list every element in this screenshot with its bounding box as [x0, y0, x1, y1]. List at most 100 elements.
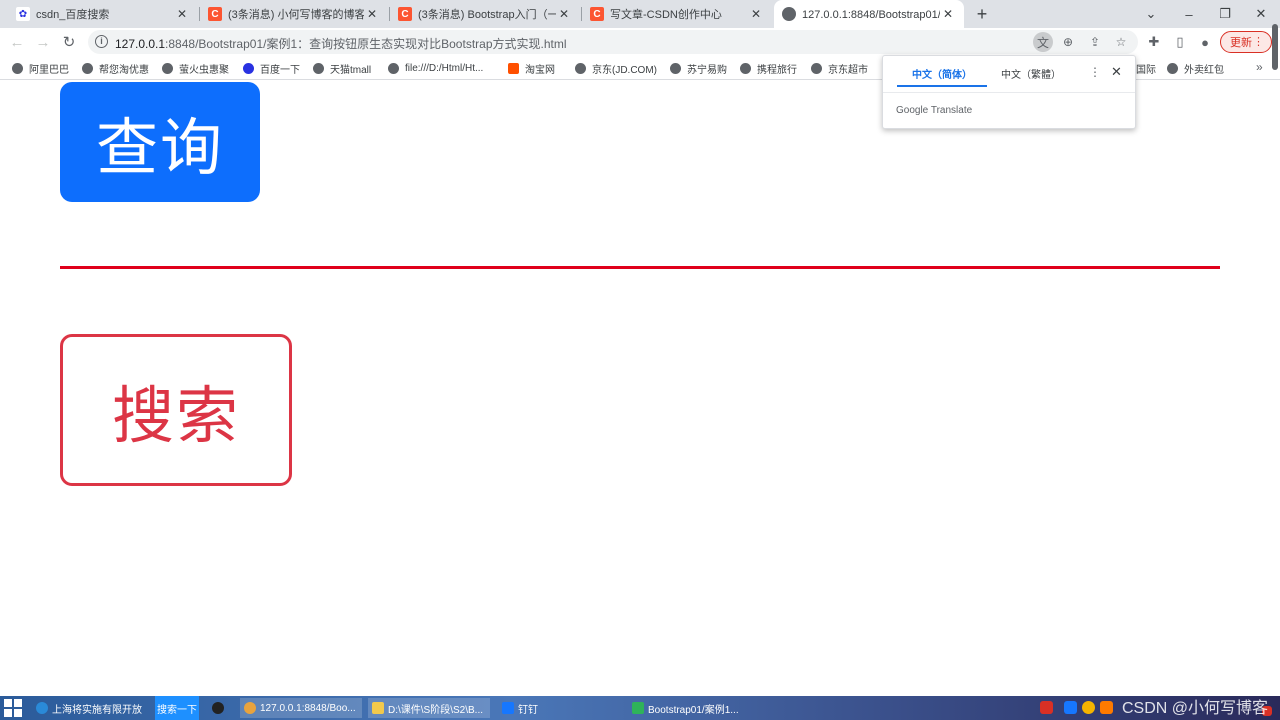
popup-divider: [883, 92, 1135, 93]
csdn-icon: C: [590, 7, 604, 21]
taskbar-media-item[interactable]: [208, 698, 232, 718]
bookmark-label: file:///D:/Html/Ht...: [405, 62, 484, 74]
taskbar-item-label: 钉钉: [518, 704, 538, 716]
minimize-window-button[interactable]: –: [1172, 0, 1206, 28]
reload-icon[interactable]: ↻: [59, 32, 79, 52]
divider-line: [60, 266, 1220, 269]
windows-start-icon[interactable]: [4, 699, 22, 717]
bookmark-item[interactable]: 国际: [1136, 60, 1156, 76]
new-tab-button[interactable]: +: [972, 4, 992, 24]
bookmark-star-icon[interactable]: ☆: [1111, 32, 1131, 52]
tab-search-chevron-icon[interactable]: ⌄: [1134, 0, 1168, 28]
csdn-icon: C: [208, 7, 222, 21]
bookmark-item[interactable]: 京东超市: [811, 60, 868, 76]
query-button[interactable]: 查询: [60, 82, 260, 202]
globe-icon: [313, 62, 324, 74]
bookmark-item[interactable]: file:///D:/Html/Ht...: [388, 60, 483, 76]
ie-icon: [36, 702, 48, 714]
tray-sogou-icon[interactable]: [1040, 701, 1053, 714]
browser-tab-active[interactable]: 127.0.0.1:8848/Bootstrap01/案 ✕: [774, 0, 964, 28]
bookmarks-overflow-chevron-icon[interactable]: »: [1256, 60, 1263, 74]
csdn-watermark: CSDN @小何写博客: [1122, 700, 1269, 717]
taskbar-dingtalk-item[interactable]: 钉钉: [498, 698, 542, 718]
update-button[interactable]: 更新 ⋮: [1220, 31, 1272, 53]
bookmark-label: 百度一下: [260, 64, 300, 76]
back-arrow-icon[interactable]: ←: [7, 32, 27, 52]
bookmark-label: 帮您淘优惠: [99, 64, 149, 76]
tray-app-icon[interactable]: [1100, 701, 1113, 714]
close-tab-icon[interactable]: ✕: [748, 7, 764, 21]
close-tab-icon[interactable]: ✕: [364, 7, 380, 21]
globe-icon: [82, 62, 93, 74]
bookmark-item[interactable]: 百度一下: [243, 60, 300, 76]
taskbar-item-label: 上海将实施有限开放: [52, 704, 142, 716]
browser-tab[interactable]: C 写文章-CSDN创作中心 ✕: [582, 0, 772, 28]
more-options-icon[interactable]: ⋮: [1089, 65, 1101, 79]
globe-icon: [162, 62, 173, 74]
bookmark-label: 阿里巴巴: [29, 64, 69, 76]
translate-icon[interactable]: 文: [1033, 32, 1053, 52]
close-icon[interactable]: ✕: [1111, 64, 1122, 80]
taskbar-hbuilder-item[interactable]: Bootstrap01/案例1...: [628, 698, 743, 718]
address-bar[interactable]: i 127.0.0.1:8848/Bootstrap01/案例1：查询按钮原生态…: [88, 30, 1138, 54]
taskbar-item-label: Bootstrap01/案例1...: [648, 704, 739, 716]
profile-avatar-icon[interactable]: ●: [1195, 32, 1215, 52]
chrome-icon: [244, 702, 256, 714]
url-host: 127.0.0.1: [115, 37, 166, 51]
extensions-puzzle-icon[interactable]: ✚: [1144, 32, 1164, 52]
globe-icon: [811, 62, 822, 74]
taskbar-item-label: D:\课件\S阶段\S2\B...: [388, 704, 484, 716]
bookmark-item[interactable]: 阿里巴巴: [12, 60, 69, 76]
taskbar-search-button[interactable]: 搜索一下: [155, 696, 199, 720]
bookmark-label: 京东(JD.COM): [592, 64, 657, 76]
tray-app-icon[interactable]: [1082, 701, 1095, 714]
media-player-icon: [212, 702, 224, 714]
tab-strip: ✿ csdn_百度搜索 ✕ C (3条消息) 小何写博客的博客_CSDN ✕ C…: [0, 0, 1280, 28]
bookmark-item[interactable]: 天猫tmall: [313, 60, 371, 76]
folder-icon: [372, 702, 384, 714]
page-content: 查询 搜索: [0, 81, 1280, 696]
taskbar-ie-item[interactable]: 上海将实施有限开放: [32, 698, 146, 718]
browser-tab[interactable]: ✿ csdn_百度搜索 ✕: [8, 0, 198, 28]
tab-title: (3条消息) Bootstrap入门（一）_: [418, 9, 556, 21]
tray-app-icon[interactable]: [1064, 701, 1077, 714]
zoom-icon[interactable]: ⊕: [1058, 32, 1078, 52]
bookmark-label: 淘宝网: [525, 64, 555, 76]
browser-toolbar: ← → ↻ i 127.0.0.1:8848/Bootstrap01/案例1：查…: [0, 28, 1280, 56]
globe-icon: [782, 7, 796, 21]
restore-window-button[interactable]: ❐: [1208, 0, 1242, 28]
globe-icon: [740, 62, 751, 74]
bookmark-item[interactable]: 外卖红包: [1167, 60, 1224, 76]
browser-tab[interactable]: C (3条消息) 小何写博客的博客_CSDN ✕: [200, 0, 388, 28]
search-button[interactable]: 搜索: [60, 334, 292, 486]
bookmark-item[interactable]: 帮您淘优惠: [82, 60, 149, 76]
bookmark-item[interactable]: 淘宝网: [508, 60, 555, 76]
side-panel-icon[interactable]: ▯: [1170, 32, 1190, 52]
close-tab-icon[interactable]: ✕: [940, 7, 956, 21]
globe-icon: [670, 62, 681, 74]
tab-chinese-simplified[interactable]: 中文（简体）: [912, 66, 972, 81]
close-tab-icon[interactable]: ✕: [174, 7, 190, 21]
address-url[interactable]: 127.0.0.1:8848/Bootstrap01/案例1：查询按钮原生态实现…: [115, 35, 567, 52]
bookmark-label: 苏宁易购: [687, 64, 727, 76]
bookmark-label: 天猫tmall: [330, 64, 372, 76]
taskbar-explorer-item[interactable]: D:\课件\S阶段\S2\B...: [368, 698, 490, 718]
window-scrollbar[interactable]: [1272, 24, 1278, 70]
bookmark-item[interactable]: 苏宁易购: [670, 60, 727, 76]
taskbar-chrome-item[interactable]: 127.0.0.1:8848/Boo...: [240, 698, 362, 718]
google-translate-brand: Google Translate: [896, 105, 973, 116]
bookmark-label: 携程旅行: [757, 64, 797, 76]
tab-title: csdn_百度搜索: [36, 9, 110, 21]
bookmark-item[interactable]: 萤火虫惠聚: [162, 60, 229, 76]
bookmark-item[interactable]: 携程旅行: [740, 60, 797, 76]
menu-dots-icon: ⋮: [1253, 36, 1264, 48]
dingtalk-icon: [502, 702, 514, 714]
taobao-icon: [508, 62, 519, 74]
forward-arrow-icon[interactable]: →: [33, 32, 53, 52]
tab-chinese-traditional[interactable]: 中文（繁體）: [1001, 66, 1061, 81]
share-icon[interactable]: ⇪: [1085, 32, 1105, 52]
info-icon[interactable]: i: [95, 35, 108, 48]
bookmark-item[interactable]: 京东(JD.COM): [575, 60, 657, 76]
close-tab-icon[interactable]: ✕: [556, 7, 572, 21]
browser-tab[interactable]: C (3条消息) Bootstrap入门（一）_ ✕: [390, 0, 580, 28]
